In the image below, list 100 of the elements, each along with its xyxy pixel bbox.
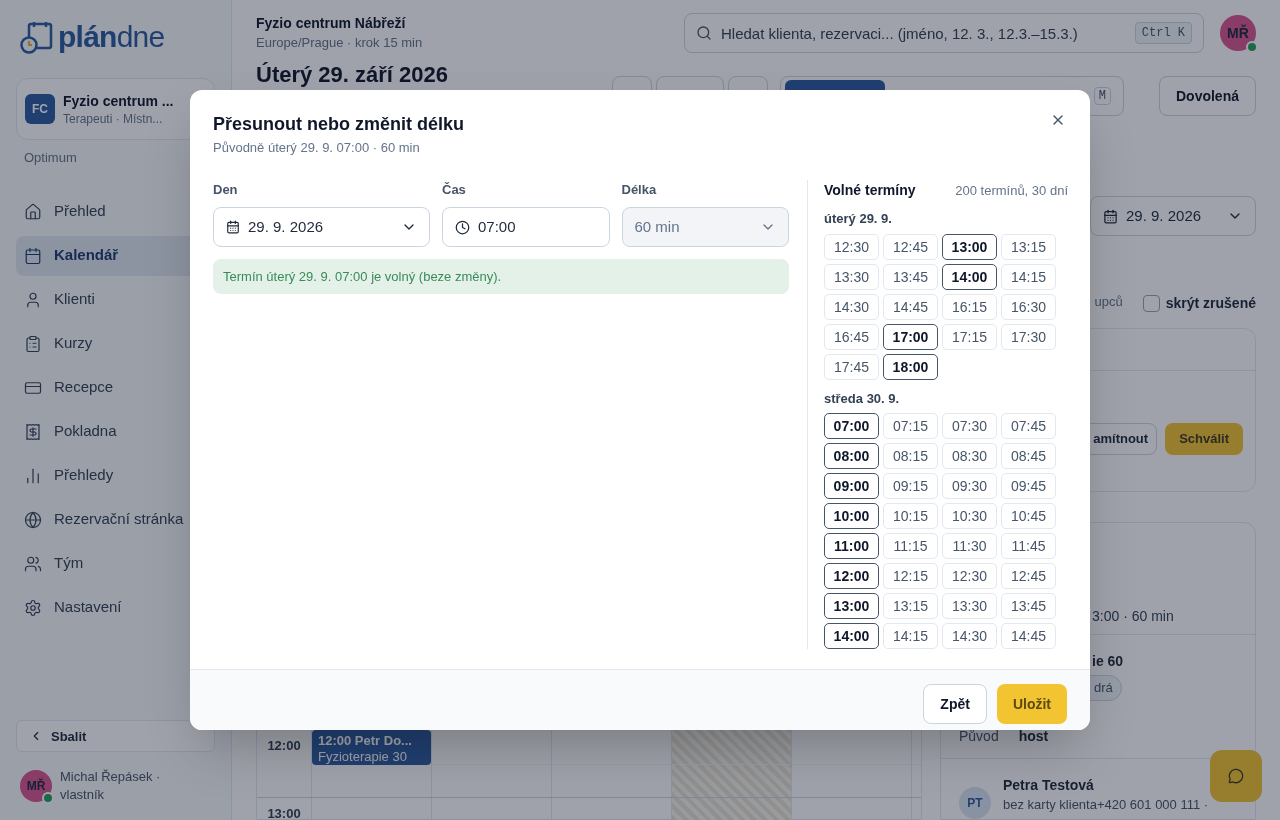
nav-item[interactable]: Přehledy <box>16 455 215 496</box>
appointment-event[interactable]: 12:00 Petr Do... Fyzioterapie 30 <box>312 730 431 765</box>
date-field[interactable]: 29. 9. 2026 <box>213 207 430 247</box>
people-icon <box>24 554 42 573</box>
origin-label: Původ <box>959 727 999 746</box>
calendar-icon <box>1103 208 1118 224</box>
clipboard-icon <box>24 334 42 353</box>
time-slot[interactable]: 09:15 <box>883 473 938 499</box>
hide-cancelled-checkbox[interactable]: skrýt zrušené <box>1142 293 1256 313</box>
user-name: Michal Řepásek · vlastník <box>60 768 162 804</box>
time-slot[interactable]: 14:30 <box>942 623 997 649</box>
time-slot[interactable]: 11:30 <box>942 533 997 559</box>
time-field[interactable]: 07:00 <box>442 207 610 247</box>
logo-icon <box>20 20 54 54</box>
time-slot[interactable]: 18:00 <box>883 353 938 380</box>
time-slot[interactable]: 17:00 <box>883 323 938 350</box>
time-slot[interactable]: 17:30 <box>1001 323 1056 350</box>
time-slot[interactable]: 16:15 <box>942 293 997 320</box>
time-slot[interactable]: 07:15 <box>883 413 938 439</box>
field-label: Délka <box>621 180 658 199</box>
back-button[interactable]: Zpět <box>923 684 987 724</box>
client-name: Petra Testová <box>1003 776 1095 795</box>
time-slot[interactable]: 14:15 <box>1001 263 1056 290</box>
checkbox[interactable] <box>1142 294 1160 312</box>
chat-icon <box>1228 768 1244 784</box>
time-slot[interactable]: 09:30 <box>942 473 997 499</box>
day-heading: úterý 29. 9. <box>824 210 893 228</box>
time-slot[interactable]: 14:45 <box>883 293 938 320</box>
time-slot[interactable]: 14:15 <box>883 623 938 649</box>
nav-item[interactable]: Pokladna <box>16 411 215 452</box>
time-slot[interactable]: 12:15 <box>883 563 938 589</box>
time-slot[interactable]: 17:45 <box>824 353 879 380</box>
time-slot[interactable]: 12:00 <box>824 563 879 589</box>
workspace-name: Fyzio centrum ... <box>63 92 174 111</box>
nav-item[interactable]: Rezervační stránka <box>16 499 215 540</box>
time-slot[interactable]: 11:15 <box>883 533 938 559</box>
time-slot[interactable]: 13:45 <box>883 263 938 290</box>
time-slot[interactable]: 13:15 <box>883 593 938 619</box>
nav-item[interactable]: Kurzy <box>16 323 215 364</box>
time-slot[interactable]: 11:45 <box>1001 533 1056 559</box>
shortcut-key: M <box>1093 87 1111 105</box>
time-slot[interactable]: 11:00 <box>824 533 879 559</box>
time-slot[interactable]: 17:15 <box>942 323 997 350</box>
time-slot[interactable]: 07:45 <box>1001 413 1056 439</box>
time-slot[interactable]: 12:30 <box>824 233 879 260</box>
nav-item[interactable]: Klienti <box>16 279 215 320</box>
approve-button[interactable]: Schválit <box>1165 423 1243 455</box>
hour-label: 13:00 <box>267 805 301 820</box>
globe-icon <box>24 510 42 529</box>
time-slot[interactable]: 13:15 <box>1001 233 1056 260</box>
time-slot[interactable]: 13:30 <box>824 263 879 290</box>
availability-notice: Termín úterý 29. 9. 07:00 je volný (beze změny). <box>213 259 789 294</box>
time-slot[interactable]: 13:30 <box>942 593 997 619</box>
dialog-subtitle: Původně úterý 29. 9. 07:00 · 60 min <box>213 139 421 157</box>
time-slot[interactable]: 16:45 <box>824 323 879 350</box>
time-slot[interactable]: 14:00 <box>824 623 879 649</box>
option-label: upců <box>1094 293 1123 311</box>
workspace-subtitle: Terapeuti · Místn... <box>63 111 164 127</box>
time-slot[interactable]: 14:45 <box>1001 623 1056 649</box>
time-slot[interactable]: 08:30 <box>942 443 997 469</box>
time-slot[interactable]: 09:45 <box>1001 473 1056 499</box>
time-slot[interactable]: 10:15 <box>883 503 938 529</box>
hour-label: 12:00 <box>267 737 301 755</box>
time-slot[interactable]: 09:00 <box>824 473 879 499</box>
receipt-icon <box>24 422 42 441</box>
time-slot[interactable]: 12:45 <box>883 233 938 260</box>
workspace-badge: FC <box>25 94 55 124</box>
service-name: ie 60 <box>1091 652 1125 671</box>
time-slot[interactable]: 07:30 <box>942 413 997 439</box>
date-select[interactable]: 29. 9. 2026 <box>1090 196 1256 236</box>
dialog-title: Přesunout nebo změnit délku <box>213 113 466 136</box>
time-slot[interactable]: 10:45 <box>1001 503 1056 529</box>
collapse-button[interactable]: Sbalit <box>16 720 215 753</box>
nav-item[interactable]: Přehled <box>16 191 215 232</box>
time-slot[interactable]: 13:45 <box>1001 593 1056 619</box>
field-label: Čas <box>442 180 467 199</box>
time-slot[interactable]: 08:45 <box>1001 443 1056 469</box>
time-slot[interactable]: 13:00 <box>942 233 997 260</box>
time-slot[interactable]: 14:00 <box>942 263 997 290</box>
time-slot[interactable]: 10:30 <box>942 503 997 529</box>
nav-item[interactable]: Recepce <box>16 367 215 408</box>
house-icon <box>24 202 42 221</box>
time-slot[interactable]: 13:00 <box>824 593 879 619</box>
time-slot[interactable]: 12:30 <box>942 563 997 589</box>
time-slot[interactable]: 08:15 <box>883 443 938 469</box>
time-slot[interactable]: 07:00 <box>824 413 879 439</box>
time-slot[interactable]: 10:00 <box>824 503 879 529</box>
center-subtitle: Europe/Prague · krok 15 min <box>256 34 423 53</box>
time-slot[interactable]: 14:30 <box>824 293 879 320</box>
vacation-button[interactable]: Dovolená <box>1159 76 1256 116</box>
time-slot[interactable]: 12:45 <box>1001 563 1056 589</box>
time-slot[interactable]: 16:30 <box>1001 293 1056 320</box>
chat-button[interactable] <box>1210 750 1262 802</box>
save-button[interactable]: Uložit <box>996 684 1067 724</box>
plan-label: Optimum <box>23 149 78 167</box>
nav-item[interactable]: Tým <box>16 543 215 584</box>
duration-select[interactable]: 60 min <box>621 207 789 247</box>
workspace-card[interactable]: FC Fyzio centrum ... Terapeuti · Místn... <box>16 78 215 140</box>
nav-item[interactable]: Nastavení <box>16 587 215 628</box>
time-slot[interactable]: 08:00 <box>824 443 879 469</box>
